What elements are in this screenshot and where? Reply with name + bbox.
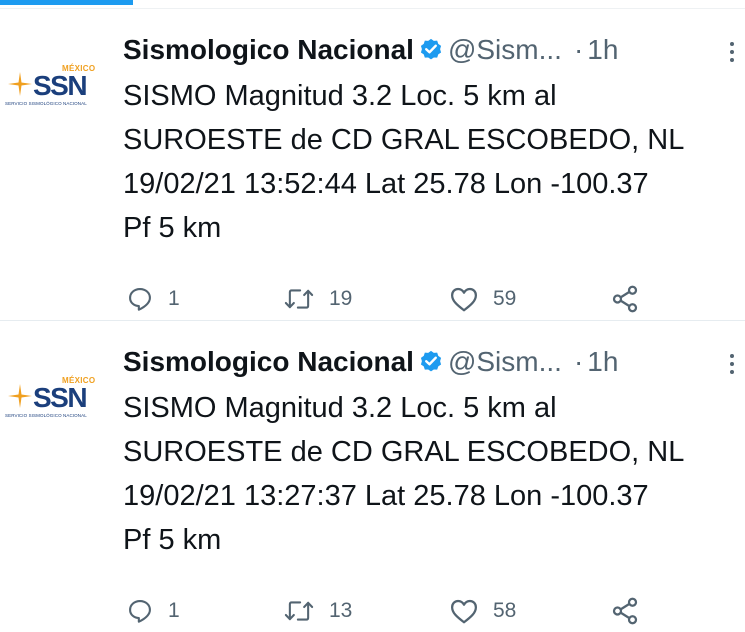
like-count: 59 [493, 287, 517, 310]
tweet-content: Sismologico Nacional @Sism... · 1h SISMO M… [123, 344, 745, 562]
retweet-button[interactable]: 19 [283, 284, 352, 314]
tweet-text: SISMO Magnitud 3.2 Loc. 5 km al SUROESTE… [123, 80, 685, 244]
reply-button[interactable]: 1 [126, 284, 180, 314]
top-divider [0, 8, 745, 9]
author-handle[interactable]: @Sism... [448, 346, 562, 377]
like-icon [451, 287, 477, 312]
logo-subtitle-text: SERVICIO SISMOLÓGICO NACIONAL [5, 101, 87, 106]
author-handle[interactable]: @Sism... [448, 34, 562, 65]
tweet-timestamp[interactable]: 1h [587, 346, 618, 377]
share-icon [612, 285, 638, 313]
logo-subtitle-text: SERVICIO SISMOLÓGICO NACIONAL [5, 413, 87, 418]
retweet-count: 19 [329, 287, 353, 310]
separator-dot: · [573, 346, 584, 377]
active-tab-indicator [0, 0, 133, 5]
tweet-divider [0, 320, 745, 321]
tweet-text: SISMO Magnitud 3.2 Loc. 5 km al SUROESTE… [123, 392, 685, 556]
reply-count: 1 [168, 287, 180, 310]
star-icon [8, 384, 32, 408]
verified-icon [420, 38, 442, 60]
like-icon [451, 599, 477, 624]
author-name[interactable]: Sismologico Nacional [123, 34, 414, 65]
reply-count: 1 [168, 599, 180, 622]
more-icon[interactable] [729, 352, 735, 376]
reply-icon [129, 600, 151, 623]
star-icon [8, 72, 32, 96]
avatar[interactable]: MÉXICO SSN SERVICIO SISMOLÓGICO NACIONAL [2, 58, 102, 118]
tweet-timestamp[interactable]: 1h [587, 34, 618, 65]
tweet[interactable]: MÉXICO SSN SERVICIO SISMOLÓGICO NACIONAL… [0, 322, 745, 632]
avatar[interactable]: MÉXICO SSN SERVICIO SISMOLÓGICO NACIONAL [2, 370, 102, 430]
verified-icon [420, 350, 442, 372]
logo-main-text: SSN [33, 70, 88, 101]
like-button[interactable]: 59 [449, 284, 516, 314]
tweet-content: Sismologico Nacional @Sism... · 1h SISMO M… [123, 32, 745, 250]
more-icon[interactable] [729, 40, 735, 64]
tweet-header: Sismologico Nacional @Sism... · 1h [123, 344, 745, 380]
like-count: 58 [493, 599, 517, 622]
tweet-actions: 1 19 59 [123, 284, 743, 314]
reply-icon [129, 288, 151, 311]
logo-main-text: SSN [33, 382, 88, 413]
retweet-icon [284, 289, 314, 309]
tweet[interactable]: MÉXICO SSN SERVICIO SISMOLÓGICO NACIONAL… [0, 10, 745, 320]
author-name[interactable]: Sismologico Nacional [123, 346, 414, 377]
separator-dot: · [573, 34, 584, 65]
retweet-icon [284, 601, 314, 621]
share-button[interactable] [610, 284, 640, 314]
tweet-header: Sismologico Nacional @Sism... · 1h [123, 32, 745, 68]
retweet-count: 13 [329, 599, 353, 622]
